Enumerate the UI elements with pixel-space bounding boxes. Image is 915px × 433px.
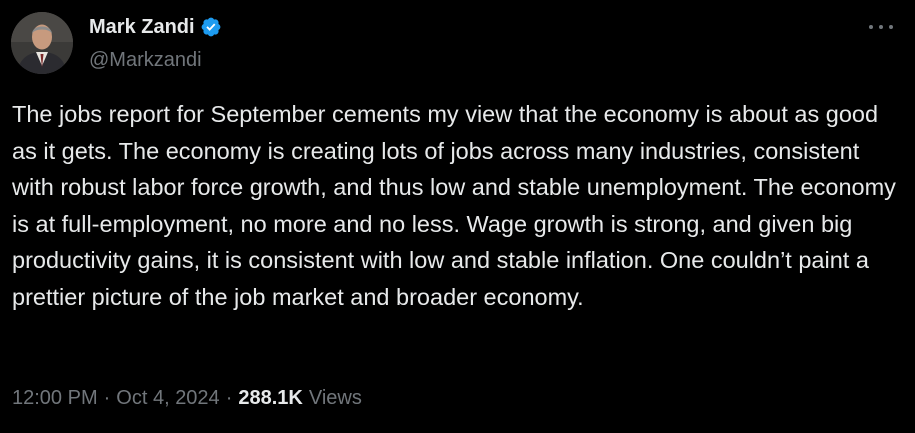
tweet-text: The jobs report for September cements my… xyxy=(12,101,903,310)
more-dot xyxy=(879,25,883,29)
tweet-time[interactable]: 12:00 PM xyxy=(12,384,98,412)
author-name-row[interactable]: Mark Zandi xyxy=(89,14,222,40)
author-handle[interactable]: @Markzandi xyxy=(89,47,202,73)
more-dot xyxy=(889,25,893,29)
meta-separator: · xyxy=(103,387,111,409)
tweet-date[interactable]: Oct 4, 2024 xyxy=(116,384,219,412)
avatar[interactable] xyxy=(11,12,73,74)
tweet-meta: 12:00 PM · Oct 4, 2024 · 288.1K Views xyxy=(12,384,362,412)
author-display-name[interactable]: Mark Zandi xyxy=(89,14,195,40)
more-dot xyxy=(869,25,873,29)
verified-badge-icon[interactable] xyxy=(200,16,222,38)
views-label: Views xyxy=(308,387,362,409)
views-count[interactable]: 288.1K xyxy=(238,384,303,412)
tweet-card: Mark Zandi @Markzandi The jobs report fo… xyxy=(0,0,915,433)
more-horizontal-icon[interactable] xyxy=(869,19,893,35)
meta-separator: · xyxy=(225,387,233,409)
